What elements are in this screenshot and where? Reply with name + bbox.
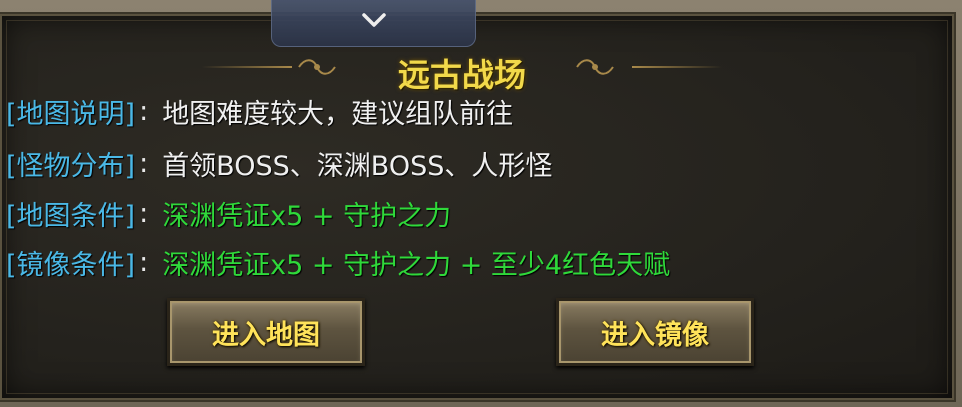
collapse-tab[interactable] xyxy=(271,0,476,47)
info-value: 深渊凭证x5 + 守护之力 + 至少4红色天赋 xyxy=(162,249,671,281)
ornament-left-icon xyxy=(298,59,336,75)
info-value: 首领BOSS、深渊BOSS、人形怪 xyxy=(162,150,553,182)
info-colon: : xyxy=(139,147,149,179)
dungeon-info-panel: 远古战场 [地图说明] : 地图难度较大，建议组队前往 [怪物分布] : 首领B… xyxy=(0,14,954,400)
info-value: 地图难度较大，建议组队前往 xyxy=(162,98,514,130)
enter-mirror-button[interactable]: 进入镜像 xyxy=(556,298,754,366)
dialog-title: 远古战场 xyxy=(397,56,526,94)
title-divider-left xyxy=(202,66,292,68)
chevron-down-icon[interactable] xyxy=(361,10,387,30)
ornament-right-icon xyxy=(576,59,614,75)
title-divider-right xyxy=(632,66,722,68)
info-colon: : xyxy=(139,197,149,229)
info-row-mirror-requirement: [镜像条件] : 深渊凭证x5 + 守护之力 + 至少4红色天赋 xyxy=(6,242,670,282)
info-value: 深渊凭证x5 + 守护之力 xyxy=(162,200,452,232)
info-row-map-requirement: [地图条件] : 深渊凭证x5 + 守护之力 xyxy=(6,193,451,233)
info-label: [镜像条件] xyxy=(6,249,136,281)
info-label: [怪物分布] xyxy=(6,150,136,182)
info-label: [地图条件] xyxy=(6,200,136,232)
info-row-monster-distribution: [怪物分布] : 首领BOSS、深渊BOSS、人形怪 xyxy=(6,143,552,183)
info-row-map-description: [地图说明] : 地图难度较大，建议组队前往 xyxy=(6,91,513,131)
info-label: [地图说明] xyxy=(6,98,136,130)
info-colon: : xyxy=(139,246,149,278)
title-bar: 远古战场 xyxy=(202,50,722,94)
enter-map-button[interactable]: 进入地图 xyxy=(167,298,365,366)
info-colon: : xyxy=(139,95,149,127)
